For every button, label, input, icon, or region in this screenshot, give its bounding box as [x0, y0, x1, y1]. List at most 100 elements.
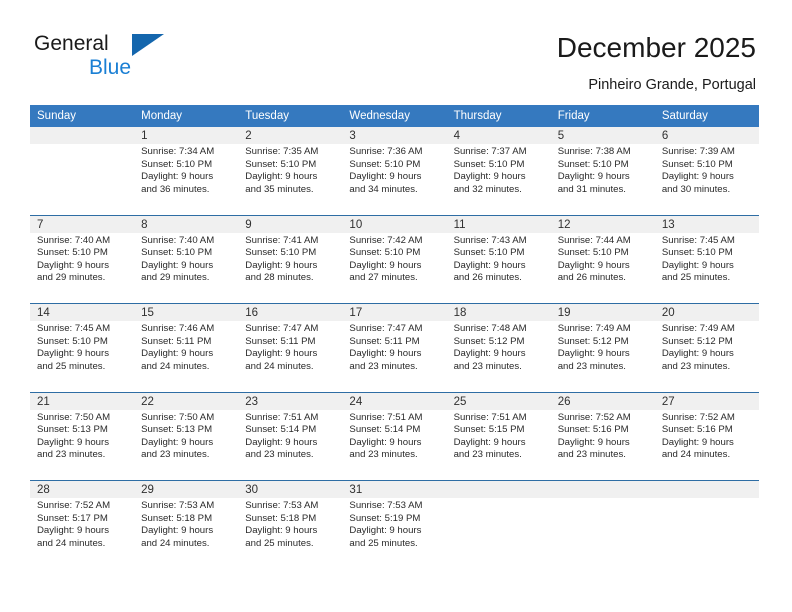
daylight-text-line1: Daylight: 9 hours	[245, 259, 318, 271]
sunrise-text: Sunrise: 7:51 AM	[453, 411, 527, 423]
sunrise-text: Sunrise: 7:34 AM	[141, 146, 215, 157]
day-number-cell[interactable]: 30	[238, 480, 343, 498]
day-number-cell[interactable]: 6	[654, 127, 759, 144]
day-number-cell[interactable]: 22	[134, 392, 239, 410]
day-number-cell[interactable]: 23	[238, 392, 343, 410]
daylight-text-line2: and 23 minutes.	[557, 449, 626, 461]
daylight-text-line1: Daylight: 9 hours	[37, 348, 109, 360]
logo-text-general: General	[34, 32, 109, 55]
week-daynumbers-row: 21 22 23 24 25 26 27	[30, 392, 759, 410]
daylight-text-line1: Daylight: 9 hours	[557, 259, 630, 271]
day-info-cell: Sunrise: 7:53 AM Sunset: 5:18 PM Dayligh…	[238, 498, 343, 569]
logo-text-blue: Blue	[89, 56, 132, 79]
sunrise-text: Sunrise: 7:50 AM	[141, 411, 215, 423]
sunrise-text: Sunrise: 7:43 AM	[453, 234, 527, 246]
daylight-text-line2: and 24 minutes.	[661, 449, 731, 461]
day-number-cell[interactable]: 29	[134, 480, 239, 498]
day-number-cell[interactable]: 19	[550, 303, 655, 321]
daylight-text-line2: and 23 minutes.	[349, 449, 418, 461]
calendar-table: Sunday Monday Tuesday Wednesday Thursday…	[30, 105, 759, 569]
day-number-cell[interactable]: 7	[30, 215, 135, 233]
daylight-text-line2: and 23 minutes.	[245, 449, 314, 461]
day-info-cell: Sunrise: 7:47 AM Sunset: 5:11 PM Dayligh…	[238, 321, 343, 393]
daylight-text-line1: Daylight: 9 hours	[349, 348, 422, 360]
day-number-cell[interactable]: 2	[238, 127, 343, 144]
sunrise-text: Sunrise: 7:48 AM	[453, 323, 527, 334]
day-info-cell: Sunrise: 7:52 AM Sunset: 5:16 PM Dayligh…	[550, 409, 655, 481]
day-number-cell[interactable]: 15	[134, 303, 239, 321]
sunset-text: Sunset: 5:11 PM	[141, 335, 212, 347]
daylight-text-line1: Daylight: 9 hours	[245, 171, 318, 183]
page-header: General Blue December 2025 Pinheiro Gran…	[0, 0, 792, 102]
day-info-cell: Sunrise: 7:52 AM Sunset: 5:17 PM Dayligh…	[30, 498, 135, 569]
weekday-header-wednesday: Wednesday	[342, 105, 447, 127]
day-number-cell[interactable]: 24	[342, 392, 447, 410]
sunrise-text: Sunrise: 7:45 AM	[37, 323, 111, 334]
day-info-cell: Sunrise: 7:51 AM Sunset: 5:14 PM Dayligh…	[238, 409, 343, 481]
sunrise-text: Sunrise: 7:44 AM	[557, 234, 631, 246]
daylight-text-line2: and 23 minutes.	[349, 360, 418, 372]
daylight-text-line1: Daylight: 9 hours	[141, 171, 214, 183]
day-number-cell[interactable]: 27	[654, 392, 759, 410]
day-number-cell	[446, 480, 551, 498]
daylight-text-line2: and 24 minutes.	[141, 537, 210, 549]
sunrise-text: Sunrise: 7:37 AM	[453, 146, 527, 157]
sunrise-text: Sunrise: 7:38 AM	[557, 146, 631, 157]
daylight-text-line2: and 25 minutes.	[37, 360, 106, 372]
day-number-cell[interactable]: 21	[30, 392, 135, 410]
day-info-cell: Sunrise: 7:43 AM Sunset: 5:10 PM Dayligh…	[446, 232, 551, 304]
page-title: December 2025	[556, 32, 756, 63]
logo-triangle-icon	[132, 34, 164, 56]
daylight-text-line1: Daylight: 9 hours	[661, 171, 734, 183]
day-info-cell: Sunrise: 7:49 AM Sunset: 5:12 PM Dayligh…	[550, 321, 655, 393]
daylight-text-line2: and 28 minutes.	[245, 272, 314, 284]
day-number-cell[interactable]: 4	[446, 127, 551, 144]
sunrise-text: Sunrise: 7:51 AM	[349, 411, 423, 423]
day-info-cell: Sunrise: 7:49 AM Sunset: 5:12 PM Dayligh…	[654, 321, 759, 393]
day-number-cell[interactable]: 18	[446, 303, 551, 321]
daylight-text-line2: and 25 minutes.	[349, 537, 418, 549]
day-info-cell: Sunrise: 7:47 AM Sunset: 5:11 PM Dayligh…	[342, 321, 447, 393]
sunrise-text: Sunrise: 7:52 AM	[661, 411, 735, 423]
sunset-text: Sunset: 5:10 PM	[453, 158, 525, 170]
daylight-text-line1: Daylight: 9 hours	[349, 259, 422, 271]
day-number-cell[interactable]: 20	[654, 303, 759, 321]
day-number-cell[interactable]: 10	[342, 215, 447, 233]
daylight-text-line2: and 27 minutes.	[349, 272, 418, 284]
day-info-cell-empty	[30, 144, 135, 216]
day-info-cell: Sunrise: 7:45 AM Sunset: 5:10 PM Dayligh…	[30, 321, 135, 393]
day-info-cell: Sunrise: 7:39 AM Sunset: 5:10 PM Dayligh…	[654, 144, 759, 216]
daylight-text-line1: Daylight: 9 hours	[453, 436, 526, 448]
day-number-cell[interactable]: 8	[134, 215, 239, 233]
sunset-text: Sunset: 5:17 PM	[37, 512, 108, 524]
day-number-cell[interactable]: 9	[238, 215, 343, 233]
sunrise-text: Sunrise: 7:40 AM	[141, 234, 215, 246]
day-number-cell[interactable]: 25	[446, 392, 551, 410]
sunrise-text: Sunrise: 7:41 AM	[245, 234, 319, 246]
day-number-cell[interactable]: 16	[238, 303, 343, 321]
day-number-cell[interactable]: 17	[342, 303, 447, 321]
day-number-cell[interactable]: 14	[30, 303, 135, 321]
day-number-cell[interactable]: 31	[342, 480, 447, 498]
sunset-text: Sunset: 5:10 PM	[245, 247, 317, 259]
daylight-text-line1: Daylight: 9 hours	[661, 259, 734, 271]
day-number-cell[interactable]: 3	[342, 127, 447, 144]
day-number-cell[interactable]: 5	[550, 127, 655, 144]
general-blue-logo[interactable]: General Blue	[34, 32, 214, 88]
day-number-cell[interactable]: 12	[550, 215, 655, 233]
day-info-cell: Sunrise: 7:51 AM Sunset: 5:14 PM Dayligh…	[342, 409, 447, 481]
day-number-cell[interactable]: 13	[654, 215, 759, 233]
day-number-cell[interactable]: 28	[30, 480, 135, 498]
sunrise-text: Sunrise: 7:47 AM	[349, 323, 423, 334]
weekday-header-saturday: Saturday	[654, 105, 759, 127]
day-info-cell: Sunrise: 7:48 AM Sunset: 5:12 PM Dayligh…	[446, 321, 551, 393]
day-number-cell[interactable]: 1	[134, 127, 239, 144]
day-info-cell: Sunrise: 7:34 AM Sunset: 5:10 PM Dayligh…	[134, 144, 239, 216]
day-number-cell[interactable]: 26	[550, 392, 655, 410]
day-info-cell: Sunrise: 7:40 AM Sunset: 5:10 PM Dayligh…	[30, 232, 135, 304]
sunset-text: Sunset: 5:16 PM	[661, 424, 733, 436]
sunrise-text: Sunrise: 7:52 AM	[37, 500, 111, 511]
sunrise-text: Sunrise: 7:42 AM	[349, 234, 423, 246]
day-number-cell[interactable]: 11	[446, 215, 551, 233]
sunset-text: Sunset: 5:16 PM	[557, 424, 629, 436]
